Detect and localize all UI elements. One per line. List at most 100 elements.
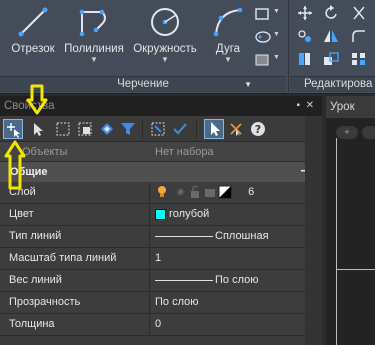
drawing-viewport[interactable]: Урок + [326, 96, 375, 345]
linetype-scale-value[interactable]: 1 [151, 248, 322, 269]
trim-icon[interactable] [350, 5, 368, 21]
linetype-value: Сплошная [215, 230, 269, 242]
toolbar-separator-2 [196, 120, 197, 138]
panel-drawing-title: Черчение [117, 78, 169, 90]
annotation-arrow-up-icon [4, 140, 26, 190]
property-name: Толщина [0, 314, 150, 335]
panel-expand-arrow[interactable]: ▼ [244, 77, 252, 92]
fillet-icon[interactable] [350, 28, 368, 44]
property-name: Вес линий [0, 270, 150, 291]
rotate-icon[interactable] [322, 5, 340, 21]
copy-icon[interactable] [296, 28, 314, 44]
property-row-linetype-scale[interactable]: Масштаб типа линий 1 [0, 248, 322, 270]
pin-icon[interactable]: ▪ [297, 100, 301, 111]
property-value-lineweight[interactable]: По слою [151, 270, 322, 291]
pointer-toggle-button[interactable] [204, 119, 224, 139]
arc-icon [213, 7, 243, 37]
arc-tool-button[interactable]: Дуга ▼ [206, 4, 250, 64]
quick-properties-icon[interactable] [150, 121, 166, 137]
arc-dropdown-arrow[interactable]: ▼ [206, 56, 250, 64]
gradient-icon[interactable] [254, 52, 272, 68]
properties-toolbar: ? [0, 116, 322, 142]
layer-state-icons: ✳ [158, 185, 232, 199]
close-icon[interactable]: ✕ [306, 100, 314, 111]
pickadd-toggle-button[interactable] [3, 119, 23, 139]
property-row-linetype[interactable]: Тип линий Сплошная [0, 226, 322, 248]
property-value-color[interactable]: голубой [151, 204, 322, 225]
pickadd-icon [7, 123, 20, 138]
select-color-icon[interactable] [99, 121, 115, 137]
polyline-tool-label: Полилиния [64, 43, 124, 55]
general-section-header[interactable]: Общие − [0, 162, 322, 182]
layer-value: 6 [248, 186, 255, 198]
circle-tool-button[interactable]: Окружность ▼ [128, 4, 202, 64]
property-row-layer[interactable]: Слой ✳ 6 [0, 182, 322, 204]
move-icon[interactable] [296, 5, 314, 21]
property-value-linetype[interactable]: Сплошная [151, 226, 322, 247]
hatch-icon[interactable] [254, 29, 272, 45]
line-icon [18, 7, 48, 37]
properties-titlebar[interactable]: Свойства ▪ ✕ [0, 96, 322, 116]
linetype-sample [155, 235, 213, 237]
check-select-icon[interactable] [172, 121, 188, 137]
polyline-tool-button[interactable]: Полилиния ▼ [62, 4, 126, 64]
line-tool-button[interactable]: Отрезок [6, 4, 60, 55]
toolbar-separator [142, 120, 143, 138]
thickness-value[interactable]: 0 [151, 314, 322, 335]
gradient-dropdown-arrow[interactable]: ▼ [273, 54, 280, 61]
palette-side-strip[interactable] [305, 116, 322, 345]
titlebar-controls: ▪ ✕ [297, 96, 315, 116]
circle-icon [151, 8, 179, 36]
select-similar-icon[interactable] [77, 121, 93, 137]
circle-dropdown-arrow[interactable]: ▼ [128, 56, 202, 64]
filter-icon[interactable] [120, 121, 136, 137]
panel-edit-title: Редактирова [304, 78, 373, 90]
property-name: Прозрачность [0, 292, 150, 313]
lineweight-sample [155, 279, 213, 281]
mirror-icon[interactable] [322, 28, 340, 44]
scale-icon[interactable] [322, 51, 340, 67]
polyline-icon [79, 9, 106, 37]
quick-select-icon[interactable] [55, 121, 71, 137]
circle-tool-label: Окружность [133, 43, 197, 55]
svg-text:✳: ✳ [176, 186, 185, 199]
ribbon: Отрезок Полилиния ▼ Окружность ▼ Дуга ▼ [0, 0, 375, 94]
property-row-transparency[interactable]: Прозрачность По слою [0, 292, 322, 314]
property-row-color[interactable]: Цвет голубой [0, 204, 322, 226]
color-swatch [155, 208, 166, 220]
ribbon-separator [288, 0, 289, 94]
svg-text:?: ? [255, 123, 261, 136]
stretch-icon[interactable] [296, 51, 314, 67]
objects-value: Нет набора [155, 146, 214, 158]
objects-row[interactable]: Объекты Нет набора [0, 142, 322, 162]
property-value-layer[interactable]: ✳ 6 [151, 182, 322, 203]
crosshair-vertical [336, 138, 337, 345]
polyline-dropdown-arrow[interactable]: ▼ [62, 56, 126, 64]
hatch-dropdown-arrow[interactable]: ▼ [273, 31, 280, 38]
properties-palette: Свойства ▪ ✕ ? Объекты Нет набора Общие … [0, 96, 322, 345]
line-tool-label: Отрезок [11, 43, 55, 55]
select-objects-icon[interactable] [29, 121, 45, 137]
property-row-thickness[interactable]: Толщина 0 [0, 314, 322, 336]
drawing-tab-label: Урок [330, 101, 355, 113]
crosshair-horizontal [336, 269, 375, 270]
zoom-in-control[interactable]: + [336, 126, 358, 139]
property-name: Масштаб типа линий [0, 248, 150, 269]
view-control[interactable] [362, 126, 375, 139]
lineweight-value: По слою [215, 274, 259, 286]
transparency-value[interactable]: По слою [151, 292, 322, 313]
deselect-icon[interactable] [228, 121, 244, 137]
help-icon[interactable]: ? [250, 121, 266, 137]
rectangle-icon[interactable] [254, 6, 272, 22]
rectangle-dropdown-arrow[interactable]: ▼ [273, 8, 280, 15]
arc-tool-label: Дуга [215, 43, 241, 55]
property-name: Тип линий [0, 226, 150, 247]
pointer-icon [211, 122, 220, 136]
drawing-tab[interactable]: Урок [326, 96, 375, 118]
property-name: Цвет [0, 204, 150, 225]
panel-edit-label[interactable]: Редактирова [290, 76, 375, 92]
annotation-arrow-down-icon [26, 84, 48, 115]
array-icon[interactable] [350, 51, 368, 67]
property-row-lineweight[interactable]: Вес линий По слою [0, 270, 322, 292]
color-value: голубой [169, 208, 210, 220]
